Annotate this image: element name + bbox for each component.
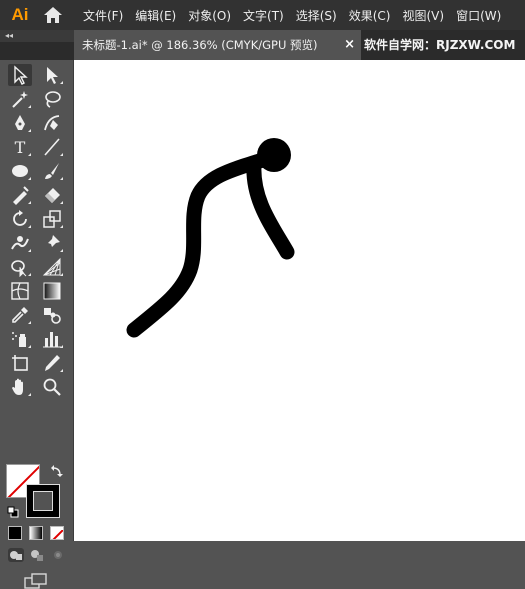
home-icon[interactable] bbox=[42, 4, 64, 26]
type-tool-glyph: T bbox=[14, 137, 26, 157]
gradient-tool-icon[interactable] bbox=[40, 280, 64, 302]
curvature-tool-icon[interactable] bbox=[40, 112, 64, 134]
app-logo: Ai bbox=[11, 5, 29, 24]
menu-type[interactable]: 文字(T) bbox=[243, 7, 284, 24]
panel-collapse-button[interactable]: ◂◂ bbox=[0, 30, 74, 42]
magic-wand-tool-icon[interactable] bbox=[8, 88, 32, 110]
mesh-tool-icon[interactable] bbox=[8, 280, 32, 302]
perspective-grid-tool-icon[interactable] bbox=[40, 256, 64, 278]
line-segment-tool-icon[interactable] bbox=[40, 136, 64, 158]
pin-tool-icon[interactable] bbox=[40, 232, 64, 254]
stroke-swatch-inner bbox=[33, 491, 53, 511]
hand-tool-icon[interactable] bbox=[8, 376, 32, 398]
type-tool-icon[interactable]: T bbox=[8, 136, 32, 158]
ellipse-tool-icon[interactable] bbox=[8, 160, 32, 182]
puppet-warp-tool-icon[interactable] bbox=[8, 232, 32, 254]
stroke-color-swatch[interactable] bbox=[26, 484, 60, 518]
eraser-tool-icon[interactable] bbox=[40, 184, 64, 206]
document-tab-title: 未标题-1.ai* @ 186.36% (CMYK/GPU 预览) bbox=[82, 38, 318, 52]
menu-view[interactable]: 视图(V) bbox=[402, 7, 444, 24]
pen-tool-icon[interactable] bbox=[8, 112, 32, 134]
tools-panel: T bbox=[0, 60, 74, 589]
lasso-tool-icon[interactable] bbox=[40, 88, 64, 110]
slice-tool-icon[interactable] bbox=[40, 352, 64, 374]
menu-bar: Ai 文件(F) 编辑(E) 对象(O) 文字(T) 选择(S) 效果(C) 视… bbox=[0, 0, 525, 30]
swap-fill-stroke-icon[interactable] bbox=[50, 464, 64, 478]
menu-effect[interactable]: 效果(C) bbox=[349, 7, 391, 24]
column-graph-tool-icon[interactable] bbox=[40, 328, 64, 350]
direct-selection-tool-icon[interactable] bbox=[40, 64, 64, 86]
symbol-sprayer-tool-icon[interactable] bbox=[8, 328, 32, 350]
menu-items: 文件(F) 编辑(E) 对象(O) 文字(T) 选择(S) 效果(C) 视图(V… bbox=[83, 7, 513, 24]
artboard-canvas[interactable] bbox=[74, 60, 525, 541]
eyedropper-tool-icon[interactable] bbox=[8, 304, 32, 326]
artboard-tool-icon[interactable] bbox=[8, 352, 32, 374]
color-mode-button[interactable] bbox=[8, 526, 22, 540]
document-tab[interactable]: 未标题-1.ai* @ 186.36% (CMYK/GPU 预览) × bbox=[74, 30, 361, 60]
default-fill-stroke-icon[interactable] bbox=[7, 506, 19, 518]
draw-normal-icon[interactable] bbox=[8, 548, 24, 562]
watermark-text: 软件自学网：RJZXW.COM bbox=[364, 38, 516, 52]
zoom-tool-icon[interactable] bbox=[40, 376, 64, 398]
scale-tool-icon[interactable] bbox=[40, 208, 64, 230]
paintbrush-tool-icon[interactable] bbox=[40, 160, 64, 182]
selection-tool-icon[interactable] bbox=[8, 64, 32, 86]
gradient-mode-button[interactable] bbox=[29, 526, 43, 540]
stick-figure-arm-path[interactable] bbox=[246, 156, 295, 260]
artwork bbox=[126, 138, 295, 338]
menu-edit[interactable]: 编辑(E) bbox=[135, 7, 176, 24]
rotate-tool-icon[interactable] bbox=[8, 208, 32, 230]
menu-select[interactable]: 选择(S) bbox=[296, 7, 337, 24]
draw-inside-icon[interactable] bbox=[50, 548, 66, 562]
menu-window[interactable]: 窗口(W) bbox=[456, 7, 501, 24]
screen-mode-icon[interactable] bbox=[24, 573, 48, 589]
none-mode-button[interactable] bbox=[50, 526, 64, 540]
shaper-tool-icon[interactable] bbox=[8, 184, 32, 206]
tab-row: ◂◂ 未标题-1.ai* @ 186.36% (CMYK/GPU 预览) × 软… bbox=[0, 30, 525, 60]
draw-behind-icon[interactable] bbox=[29, 548, 45, 562]
blend-tool-icon[interactable] bbox=[40, 304, 64, 326]
menu-file[interactable]: 文件(F) bbox=[83, 7, 123, 24]
shape-builder-tool-icon[interactable] bbox=[8, 256, 32, 278]
stick-figure-head[interactable] bbox=[257, 138, 291, 172]
close-icon[interactable]: × bbox=[344, 37, 355, 52]
menu-object[interactable]: 对象(O) bbox=[188, 7, 231, 24]
